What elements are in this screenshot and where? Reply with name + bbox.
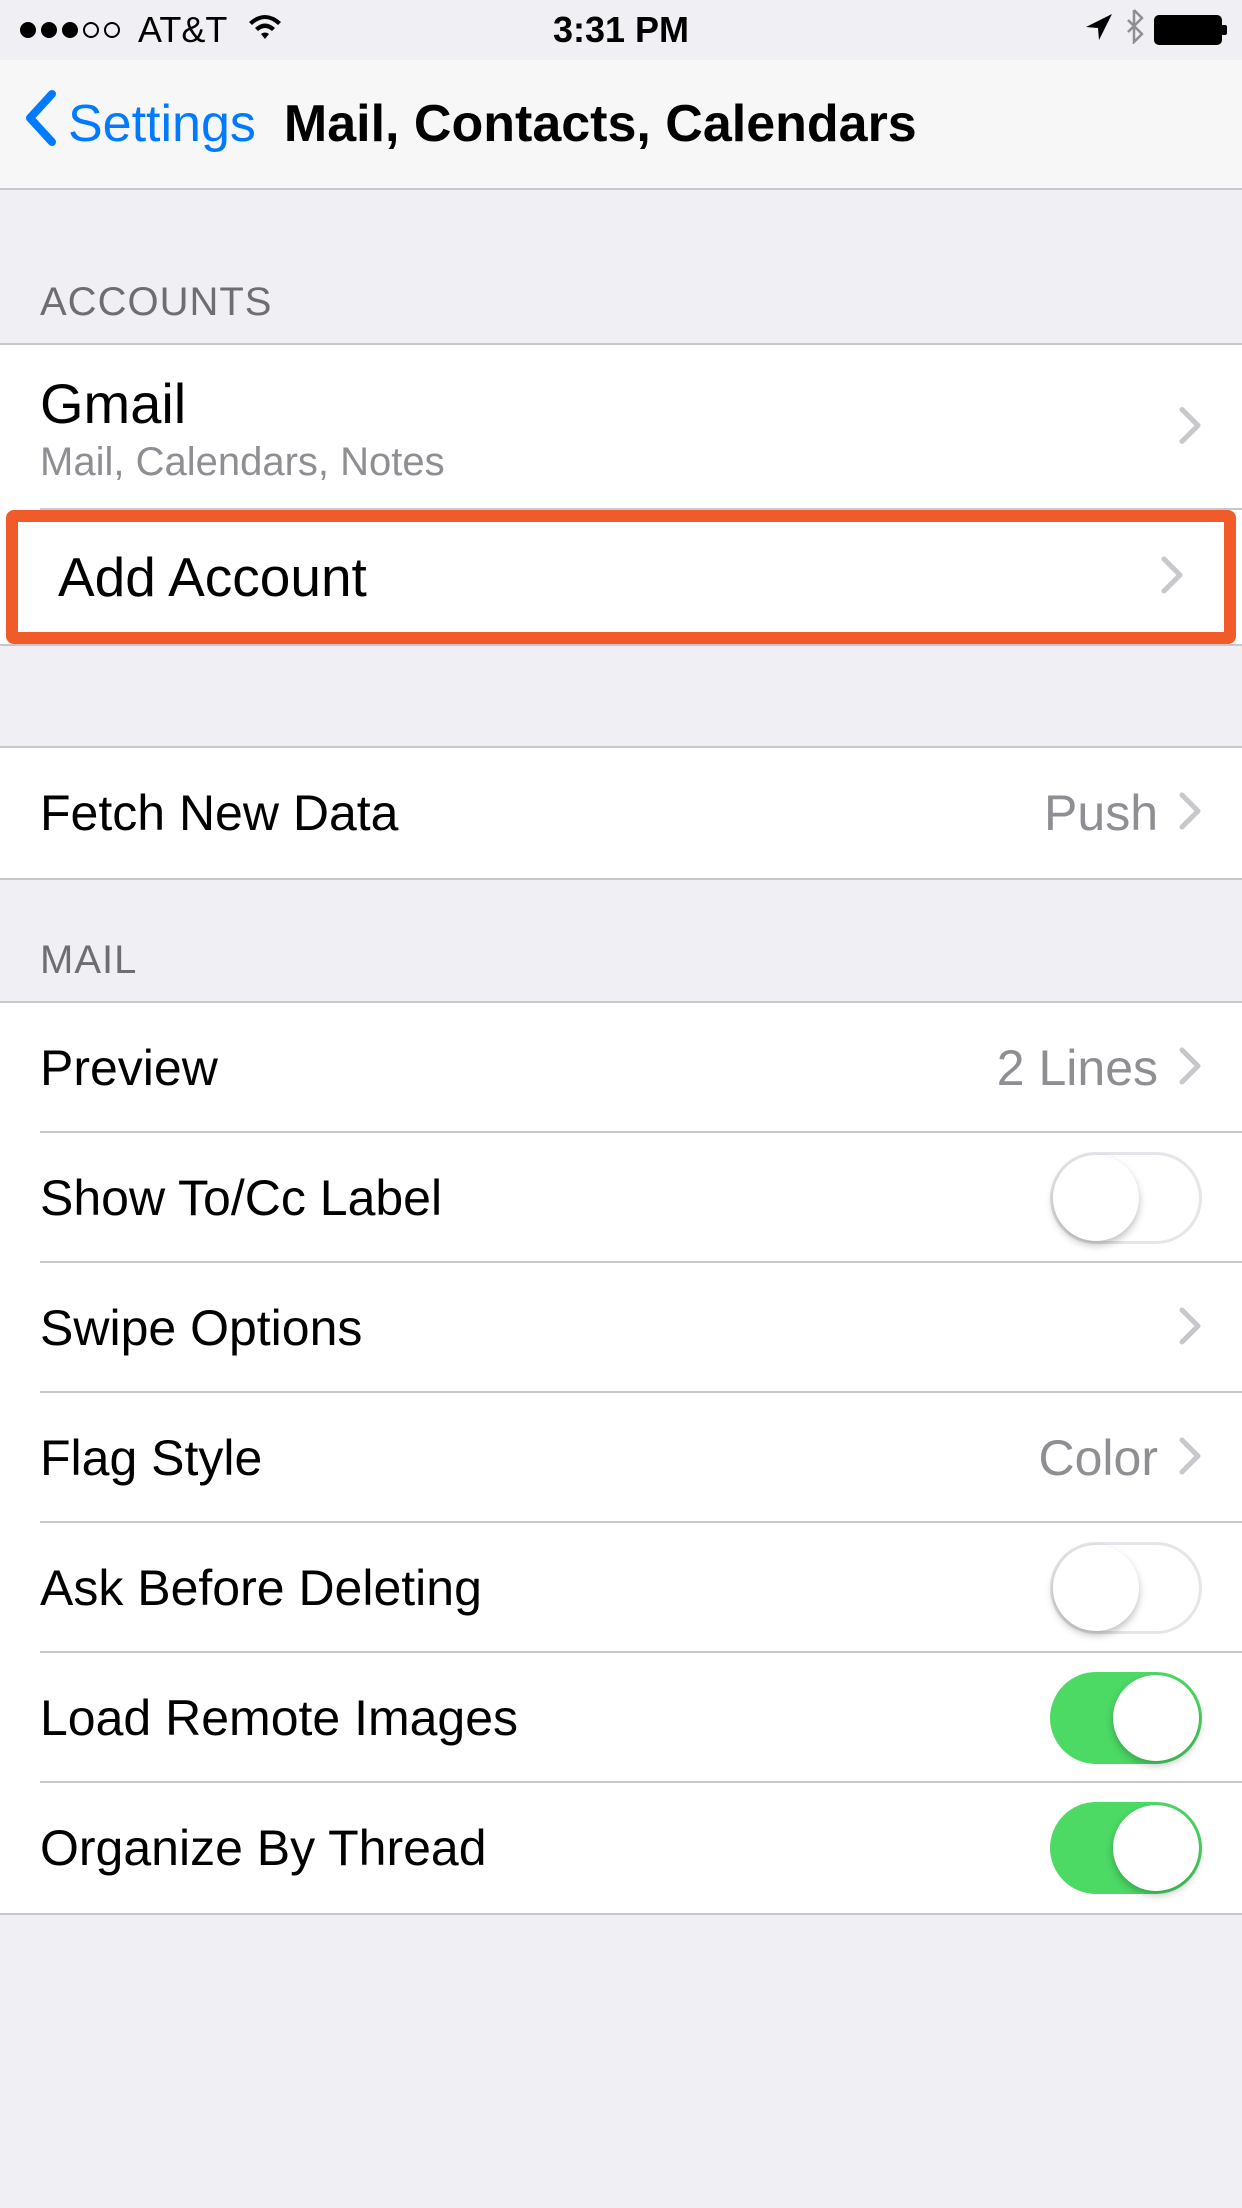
- add-account-highlight: Add Account: [6, 510, 1236, 644]
- page-title: Mail, Contacts, Calendars: [284, 94, 917, 154]
- chevron-right-icon: [1178, 1046, 1202, 1091]
- accounts-list: Gmail Mail, Calendars, Notes Add Account: [0, 343, 1242, 646]
- account-name: Gmail: [40, 371, 186, 436]
- organize-by-thread-row: Organize By Thread: [0, 1783, 1242, 1913]
- preview-row[interactable]: Preview 2 Lines: [0, 1003, 1242, 1133]
- flag-style-row[interactable]: Flag Style Color: [0, 1393, 1242, 1523]
- nav-bar: Settings Mail, Contacts, Calendars: [0, 60, 1242, 190]
- battery-icon: [1154, 15, 1222, 45]
- back-button[interactable]: Settings: [22, 88, 256, 161]
- status-right: [1084, 8, 1222, 53]
- status-left: AT&T: [20, 9, 285, 51]
- section-spacer: [0, 646, 1242, 746]
- swipe-options-label: Swipe Options: [40, 1299, 1178, 1357]
- flag-style-value: Color: [1039, 1429, 1158, 1487]
- preview-value: 2 Lines: [997, 1039, 1158, 1097]
- load-remote-images-toggle[interactable]: [1050, 1672, 1202, 1764]
- account-services: Mail, Calendars, Notes: [40, 440, 445, 485]
- chevron-left-icon: [22, 88, 58, 161]
- fetch-label: Fetch New Data: [40, 784, 1044, 842]
- fetch-new-data-row[interactable]: Fetch New Data Push: [0, 748, 1242, 878]
- organize-by-thread-label: Organize By Thread: [40, 1819, 1050, 1877]
- organize-by-thread-toggle[interactable]: [1050, 1802, 1202, 1894]
- wifi-icon: [245, 9, 285, 51]
- fetch-value: Push: [1044, 784, 1158, 842]
- bluetooth-icon: [1124, 8, 1144, 53]
- back-label: Settings: [68, 94, 256, 154]
- chevron-right-icon: [1178, 791, 1202, 836]
- ask-before-deleting-toggle[interactable]: [1050, 1542, 1202, 1634]
- mail-section-header: MAIL: [0, 880, 1242, 1001]
- add-account-label: Add Account: [58, 545, 1160, 609]
- carrier-label: AT&T: [138, 9, 227, 51]
- chevron-right-icon: [1178, 405, 1202, 450]
- show-tocc-row: Show To/Cc Label: [0, 1133, 1242, 1263]
- chevron-right-icon: [1178, 1436, 1202, 1481]
- chevron-right-icon: [1178, 1306, 1202, 1351]
- accounts-section-header: ACCOUNTS: [0, 190, 1242, 343]
- account-gmail-row[interactable]: Gmail Mail, Calendars, Notes: [0, 345, 1242, 510]
- status-time: 3:31 PM: [553, 9, 689, 51]
- ask-before-deleting-row: Ask Before Deleting: [0, 1523, 1242, 1653]
- status-bar: AT&T 3:31 PM: [0, 0, 1242, 60]
- add-account-row[interactable]: Add Account: [18, 522, 1224, 632]
- flag-style-label: Flag Style: [40, 1429, 1039, 1487]
- fetch-list: Fetch New Data Push: [0, 746, 1242, 880]
- chevron-right-icon: [1160, 555, 1184, 600]
- preview-label: Preview: [40, 1039, 997, 1097]
- swipe-options-row[interactable]: Swipe Options: [0, 1263, 1242, 1393]
- ask-before-deleting-label: Ask Before Deleting: [40, 1559, 1050, 1617]
- load-remote-images-row: Load Remote Images: [0, 1653, 1242, 1783]
- signal-strength-icon: [20, 22, 120, 38]
- mail-list: Preview 2 Lines Show To/Cc Label Swipe O…: [0, 1001, 1242, 1915]
- show-tocc-toggle[interactable]: [1050, 1152, 1202, 1244]
- location-icon: [1084, 9, 1114, 51]
- show-tocc-label: Show To/Cc Label: [40, 1169, 1050, 1227]
- load-remote-images-label: Load Remote Images: [40, 1689, 1050, 1747]
